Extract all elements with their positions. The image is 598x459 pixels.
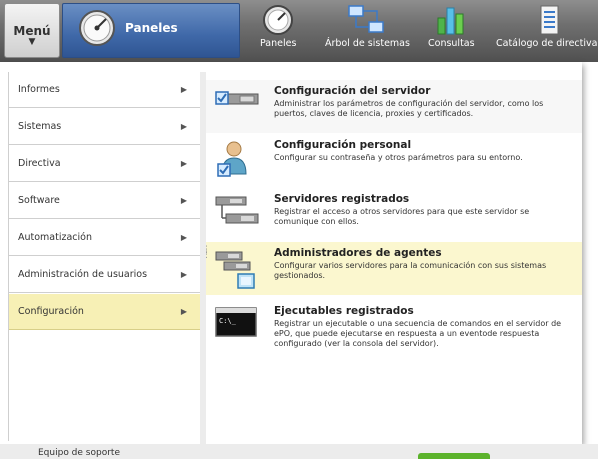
menu-button[interactable]: Menú ▼ bbox=[4, 3, 60, 58]
drag-handle-icon[interactable]: ⋮ ⋮ bbox=[202, 246, 211, 260]
chevron-right-icon: ▶ bbox=[180, 122, 187, 131]
submenu-item-description: Registrar el acceso a otros servidores p… bbox=[274, 207, 530, 226]
nav-label: Árbol de sistemas bbox=[325, 38, 410, 49]
nav-dashboards[interactable]: Paneles bbox=[260, 4, 296, 49]
category-item-configuracion[interactable]: Configuración ▶ bbox=[9, 294, 201, 330]
server-settings-icon bbox=[214, 86, 260, 120]
category-item-automatizacion[interactable]: Automatización ▶ bbox=[9, 220, 201, 256]
chevron-right-icon: ▶ bbox=[180, 196, 187, 205]
background-page-strip: Equipo de soporte bbox=[0, 444, 598, 459]
category-label: Administración de usuarios bbox=[18, 269, 148, 280]
chevron-right-icon: ▶ bbox=[180, 159, 187, 168]
category-list: Informes ▶ Sistemas ▶ Directiva ▶ Softwa… bbox=[8, 72, 201, 441]
category-label: Sistemas bbox=[18, 121, 62, 132]
submenu-item-description: Configurar varios servidores para la com… bbox=[274, 261, 547, 280]
gauge-icon bbox=[260, 4, 296, 36]
agent-handlers-icon bbox=[214, 248, 260, 294]
submenu-item-agent-handlers[interactable]: ⋮ ⋮ Administradores de agentes Configurar… bbox=[202, 242, 582, 295]
category-item-software[interactable]: Software ▶ bbox=[9, 183, 201, 219]
gauge-icon bbox=[77, 8, 117, 52]
nav-label: Paneles bbox=[260, 38, 297, 49]
category-label: Automatización bbox=[18, 232, 93, 243]
top-toolbar: Menú ▼ Paneles Paneles Árbol de sistemas… bbox=[0, 0, 598, 62]
nav-label: Catálogo de directivas bbox=[496, 38, 598, 49]
category-label: Software bbox=[18, 195, 60, 206]
footer-text: Equipo de soporte bbox=[38, 448, 120, 458]
current-section-button[interactable]: Paneles bbox=[62, 3, 240, 58]
submenu-item-registered-servers[interactable]: Servidores registrados Registrar el acce… bbox=[206, 188, 582, 241]
chevron-down-icon: ▼ bbox=[28, 37, 36, 47]
chevron-right-icon: ▶ bbox=[180, 233, 187, 242]
submenu-item-title: Administradores de agentes bbox=[274, 247, 442, 259]
system-tree-icon bbox=[325, 4, 410, 36]
submenu-item-title: Servidores registrados bbox=[274, 193, 410, 205]
nav-policy-catalog[interactable]: Catálogo de directivas bbox=[496, 4, 598, 49]
submenu-item-title: Configuración del servidor bbox=[274, 85, 431, 97]
bar-chart-icon bbox=[428, 4, 475, 36]
submenu-item-description: Registrar un ejecutable o una secuencia … bbox=[274, 319, 562, 348]
category-item-informes[interactable]: Informes ▶ bbox=[9, 72, 201, 108]
submenu-item-title: Ejecutables registrados bbox=[274, 305, 414, 317]
registered-servers-icon bbox=[214, 194, 260, 232]
submenu-item-server-settings[interactable]: Configuración del servidor Administrar l… bbox=[206, 80, 582, 133]
chevron-right-icon: ▶ bbox=[180, 270, 187, 279]
category-label: Directiva bbox=[18, 158, 61, 169]
submenu-item-registered-executables[interactable]: C:\_ Ejecutables registrados Registrar u… bbox=[206, 300, 582, 362]
svg-text:C:\_: C:\_ bbox=[219, 317, 237, 325]
personal-settings-icon bbox=[214, 140, 254, 184]
chevron-right-icon: ▶ bbox=[180, 85, 187, 94]
current-section-label: Paneles bbox=[125, 21, 178, 35]
category-label: Informes bbox=[18, 84, 60, 95]
chevron-right-icon: ▶ bbox=[180, 307, 187, 316]
nav-queries[interactable]: Consultas bbox=[428, 4, 475, 49]
submenu-item-description: Configurar su contraseña y otros parámet… bbox=[274, 153, 523, 162]
submenu-item-description: Administrar los parámetros de configurac… bbox=[274, 99, 544, 118]
menu-dropdown-panel: Informes ▶ Sistemas ▶ Directiva ▶ Softwa… bbox=[0, 62, 582, 444]
green-tab bbox=[418, 453, 490, 459]
nav-system-tree[interactable]: Árbol de sistemas bbox=[325, 4, 410, 49]
category-item-administracion-usuarios[interactable]: Administración de usuarios ▶ bbox=[9, 257, 201, 293]
menu-button-label: Menú bbox=[13, 24, 51, 38]
submenu-item-personal-settings[interactable]: Configuración personal Configurar su con… bbox=[206, 134, 582, 187]
category-item-directiva[interactable]: Directiva ▶ bbox=[9, 146, 201, 182]
registered-executables-icon: C:\_ bbox=[214, 306, 258, 342]
submenu-item-title: Configuración personal bbox=[274, 139, 412, 151]
category-item-sistemas[interactable]: Sistemas ▶ bbox=[9, 109, 201, 145]
policy-catalog-icon bbox=[496, 4, 598, 36]
category-label: Configuración bbox=[18, 306, 84, 317]
nav-label: Consultas bbox=[428, 38, 475, 49]
submenu-list: Configuración del servidor Administrar l… bbox=[202, 72, 582, 444]
